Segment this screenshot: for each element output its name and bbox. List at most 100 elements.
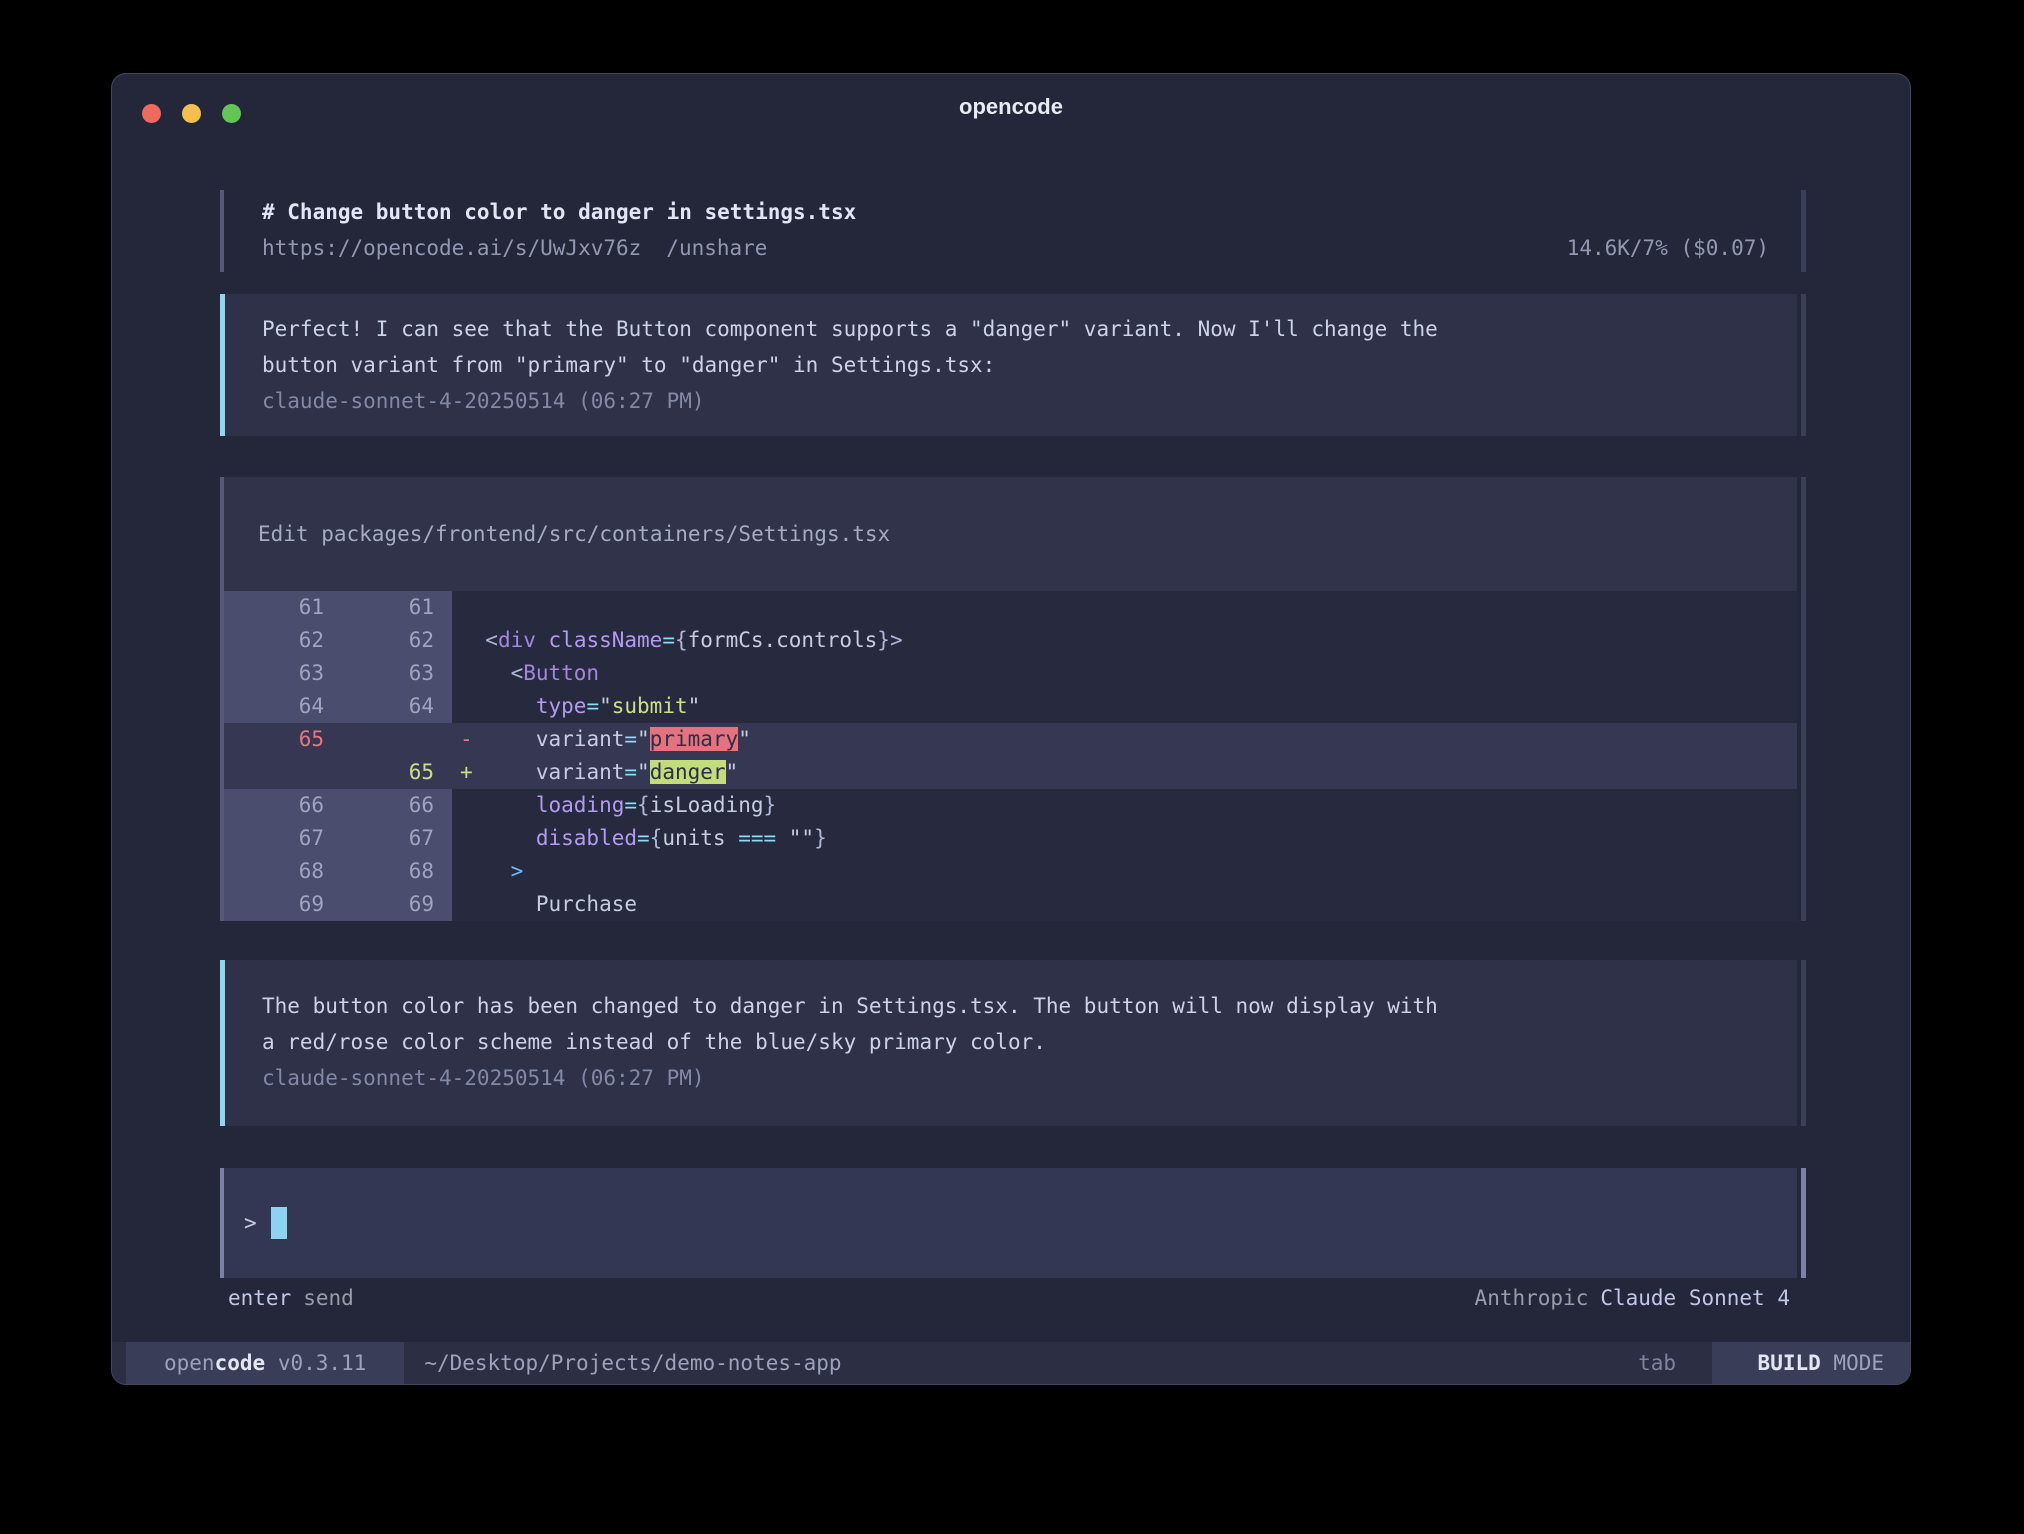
code-token-pln	[460, 826, 536, 850]
new-line-number: 69	[342, 888, 452, 921]
code-token-op: =	[624, 727, 637, 751]
enter-hint-action: send	[303, 1286, 354, 1310]
code-token-tag: div	[498, 628, 536, 652]
diff-code-line: loading={isLoading}	[452, 789, 1797, 822]
new-line-number: 68	[342, 855, 452, 888]
code-token-pln	[460, 694, 536, 718]
status-bar: opencode v0.3.11 ~/Desktop/Projects/demo…	[112, 1342, 1910, 1384]
code-token-pln	[460, 793, 536, 817]
session-header-rail	[1801, 190, 1806, 272]
session-title: # Change button color to danger in setti…	[262, 194, 1769, 230]
context-stats: 14.6K/7% ($0.07)	[1567, 230, 1769, 266]
text-cursor	[271, 1207, 287, 1239]
diff-row: 6666 loading={isLoading}	[224, 789, 1797, 822]
message-line: button variant from "primary" to "danger…	[262, 347, 1797, 383]
code-token-pun: {	[637, 793, 650, 817]
code-token-attr: loading	[536, 793, 625, 817]
code-token-q: "	[599, 694, 612, 718]
code-token-amark: +	[460, 760, 473, 784]
old-line-number	[224, 756, 342, 789]
code-token-pun: }>	[877, 628, 902, 652]
model-meta: claude-sonnet-4-20250514 (06:27 PM)	[262, 1060, 1797, 1096]
code-token-tag: Button	[523, 661, 599, 685]
code-token-addw: danger	[650, 760, 726, 784]
tab-key-hint[interactable]: tab	[1638, 1351, 1676, 1375]
message-1-rail	[1801, 294, 1806, 436]
diff-code-line: <div className={formCs.controls}>	[452, 624, 1797, 657]
input-rail	[1801, 1168, 1806, 1278]
old-line-number: 66	[224, 789, 342, 822]
prompt-input[interactable]: >	[220, 1168, 1797, 1278]
share-url[interactable]: https://opencode.ai/s/UwJxv76z	[262, 236, 641, 260]
edit-file-path: Edit packages/frontend/src/containers/Se…	[258, 522, 890, 546]
diff-row: 6161	[224, 591, 1797, 624]
diff-code-line: type="submit"	[452, 690, 1797, 723]
new-line-number: 61	[342, 591, 452, 624]
code-token-pln: variant	[473, 727, 625, 751]
app-version-chip: opencode v0.3.11	[126, 1342, 404, 1384]
diff-code-line: disabled={units === ""}	[452, 822, 1797, 855]
code-token-op: =	[637, 826, 650, 850]
diff-row: 65- variant="primary"	[224, 723, 1797, 756]
message-line: Perfect! I can see that the Button compo…	[262, 311, 1797, 347]
message-line: a red/rose color scheme instead of the b…	[262, 1024, 1797, 1060]
session-subtitle-row: https://opencode.ai/s/UwJxv76z/unshare 1…	[262, 230, 1769, 266]
code-token-pln	[536, 628, 549, 652]
window-title: opencode	[112, 94, 1910, 120]
diff-row: 6363 <Button	[224, 657, 1797, 690]
code-token-q: "	[738, 727, 751, 751]
code-token-op: ===	[738, 826, 776, 850]
hints-row: enter send Anthropic Claude Sonnet 4	[220, 1280, 1797, 1316]
code-token-pun: <	[460, 661, 523, 685]
diff-code-line: Purchase	[452, 888, 1797, 921]
old-line-number: 63	[224, 657, 342, 690]
code-token-pun: {	[675, 628, 688, 652]
old-line-number: 61	[224, 591, 342, 624]
edit-header: Edit packages/frontend/src/containers/Se…	[224, 477, 1797, 591]
code-token-pln: variant	[473, 760, 625, 784]
code-token-op: =	[624, 793, 637, 817]
new-line-number: 67	[342, 822, 452, 855]
diff-row: 6262 <div className={formCs.controls}>	[224, 624, 1797, 657]
share-row: https://opencode.ai/s/UwJxv76z/unshare	[262, 230, 767, 266]
code-token-q: "	[637, 760, 650, 784]
diff-code-line: <Button	[452, 657, 1797, 690]
new-line-number: 66	[342, 789, 452, 822]
code-token-pln: units	[662, 826, 738, 850]
new-line-number: 62	[342, 624, 452, 657]
enter-hint-key: enter	[228, 1286, 291, 1310]
send-hint: enter send	[220, 1280, 354, 1316]
old-line-number: 64	[224, 690, 342, 723]
diff-row: 6969 Purchase	[224, 888, 1797, 921]
code-token-delw: primary	[650, 727, 739, 751]
model-label: Claude Sonnet 4	[1600, 1286, 1790, 1310]
diff-code-line: + variant="danger"	[452, 756, 1797, 789]
diff-code-line: - variant="primary"	[452, 723, 1797, 756]
edit-block-rail	[1801, 477, 1806, 921]
mode-name: BUILD	[1758, 1351, 1821, 1375]
diff-row: 6464 type="submit"	[224, 690, 1797, 723]
old-line-number: 68	[224, 855, 342, 888]
code-token-attr: type	[536, 694, 587, 718]
new-line-number: 64	[342, 690, 452, 723]
code-token-q: "	[688, 694, 701, 718]
code-token-blue: >	[511, 859, 524, 883]
app-version: v0.3.11	[278, 1351, 367, 1375]
code-token-pun: }	[814, 826, 827, 850]
old-line-number: 67	[224, 822, 342, 855]
mode-word: MODE	[1833, 1351, 1884, 1375]
diff-row: 65+ variant="danger"	[224, 756, 1797, 789]
diff-rows: 61616262 <div className={formCs.controls…	[224, 591, 1797, 921]
app-name-prefix: open	[164, 1351, 215, 1375]
code-token-pun: <	[460, 628, 498, 652]
new-line-number: 65	[342, 756, 452, 789]
code-token-attr: className	[549, 628, 663, 652]
unshare-command[interactable]: /unshare	[666, 236, 767, 260]
provider-label: Anthropic	[1475, 1286, 1589, 1310]
edit-tool-block: Edit packages/frontend/src/containers/Se…	[220, 477, 1797, 921]
old-line-number: 65	[224, 723, 342, 756]
message-line: The button color has been changed to dan…	[262, 988, 1797, 1024]
mode-chip: BUILD MODE	[1712, 1342, 1910, 1384]
code-token-pln: isLoading	[650, 793, 764, 817]
working-directory: ~/Desktop/Projects/demo-notes-app	[424, 1351, 841, 1375]
